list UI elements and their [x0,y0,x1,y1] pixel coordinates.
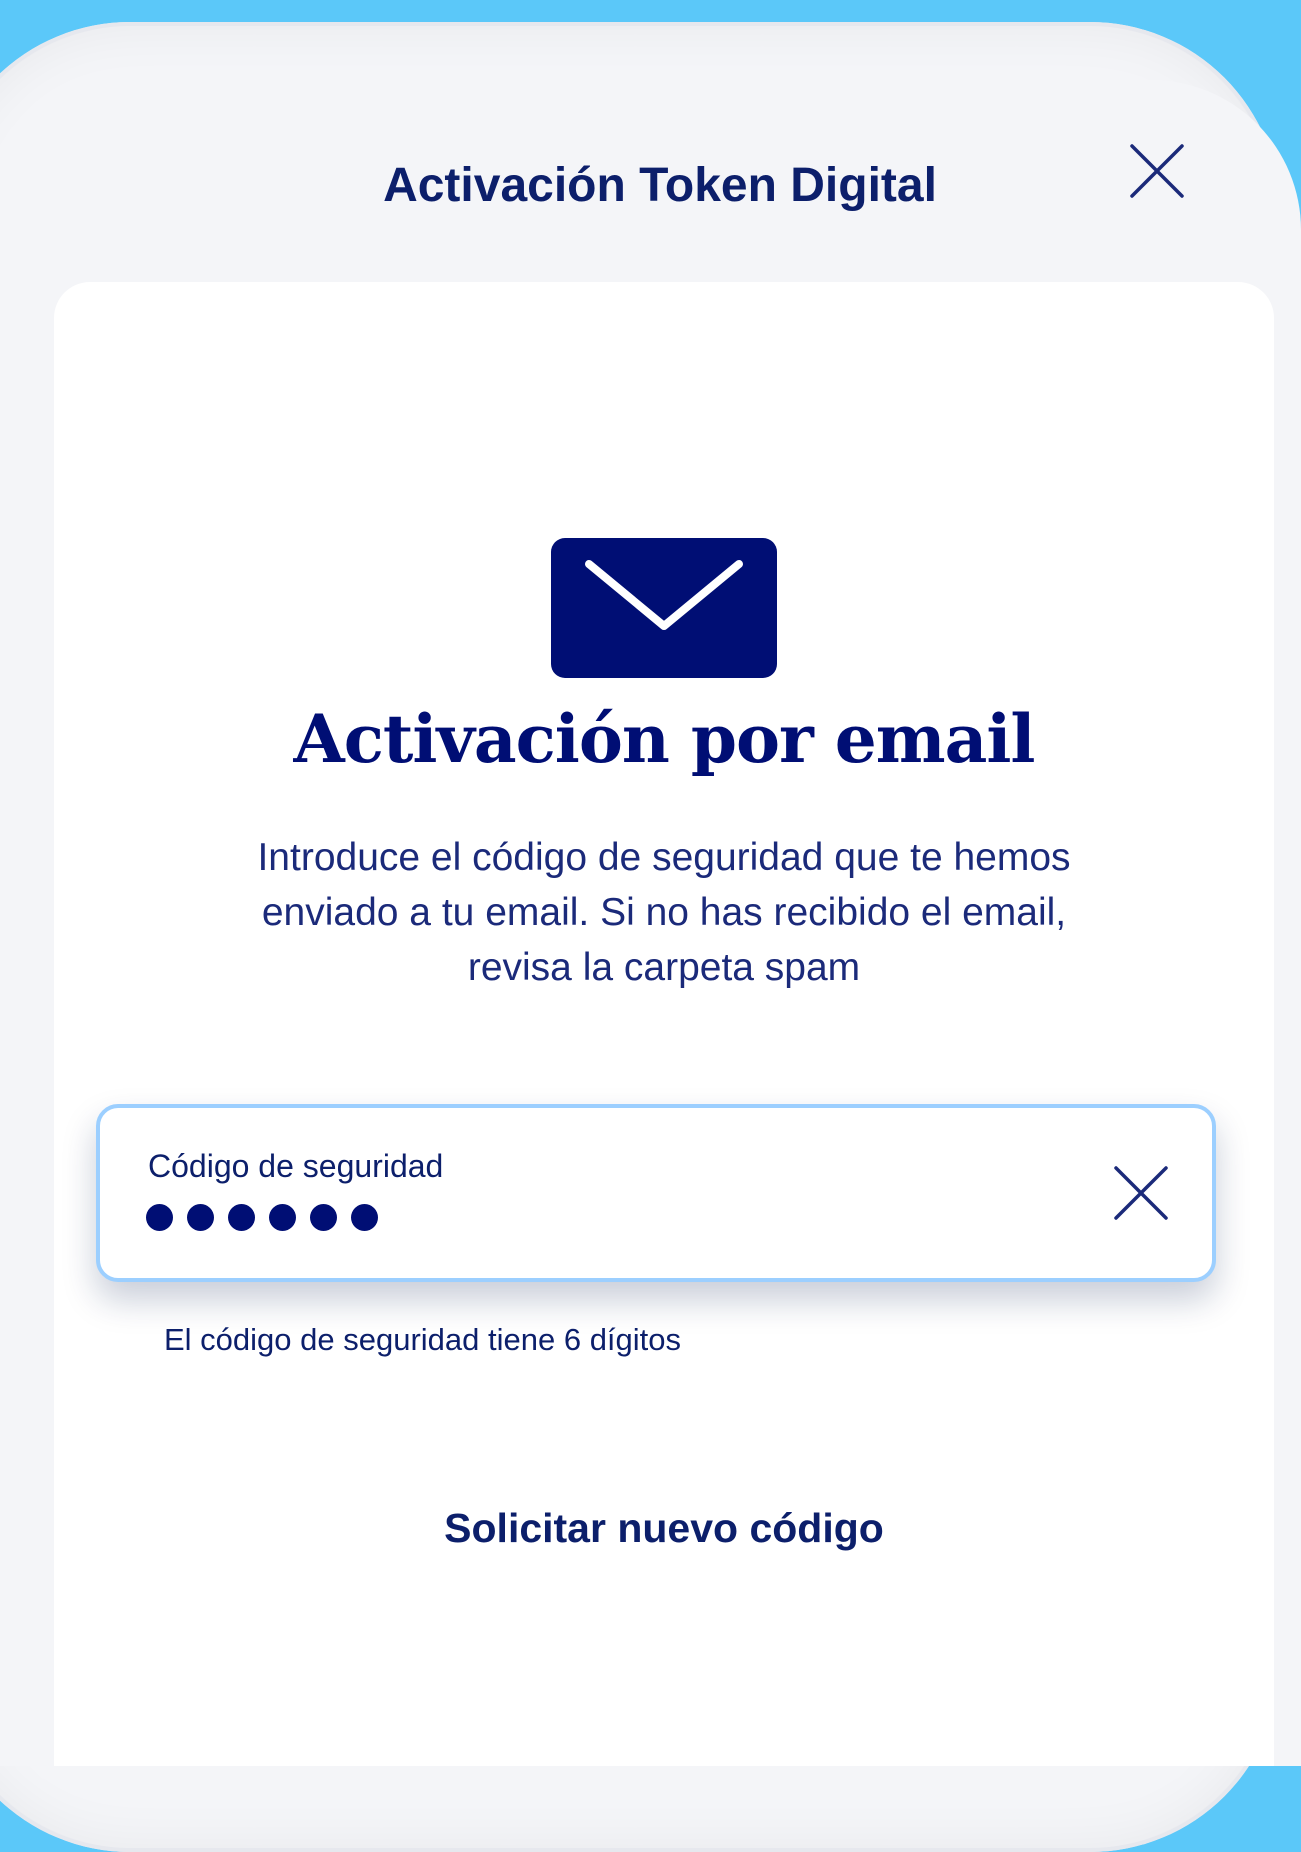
security-code-field[interactable]: Código de seguridad [96,1104,1216,1282]
masked-digit [269,1204,296,1231]
field-helper-text: El código de seguridad tiene 6 dígitos [164,1322,682,1357]
envelope-icon [551,538,777,678]
close-button[interactable] [1124,138,1190,204]
content-card: Activación por email Introduce el código… [54,282,1274,1766]
security-code-label: Código de seguridad [148,1148,444,1184]
request-new-code-link[interactable]: Solicitar nuevo código [54,1505,1274,1552]
app-screen: Activación Token Digital Activación por … [0,80,1301,1766]
masked-digit [351,1204,378,1231]
masked-digit [187,1204,214,1231]
security-code-input[interactable] [146,1204,378,1231]
close-icon [1130,144,1184,198]
header-title: Activación Token Digital [383,159,937,212]
close-icon [1114,1166,1168,1220]
instructions-text: Introduce el código de seguridad que te … [257,836,1071,989]
page-title: Activación por email [293,700,1036,778]
masked-digit [228,1204,255,1231]
masked-digit [310,1204,337,1231]
masked-digit [146,1204,173,1231]
clear-code-button[interactable] [1110,1162,1172,1224]
modal-header: Activación Token Digital [0,80,1301,280]
